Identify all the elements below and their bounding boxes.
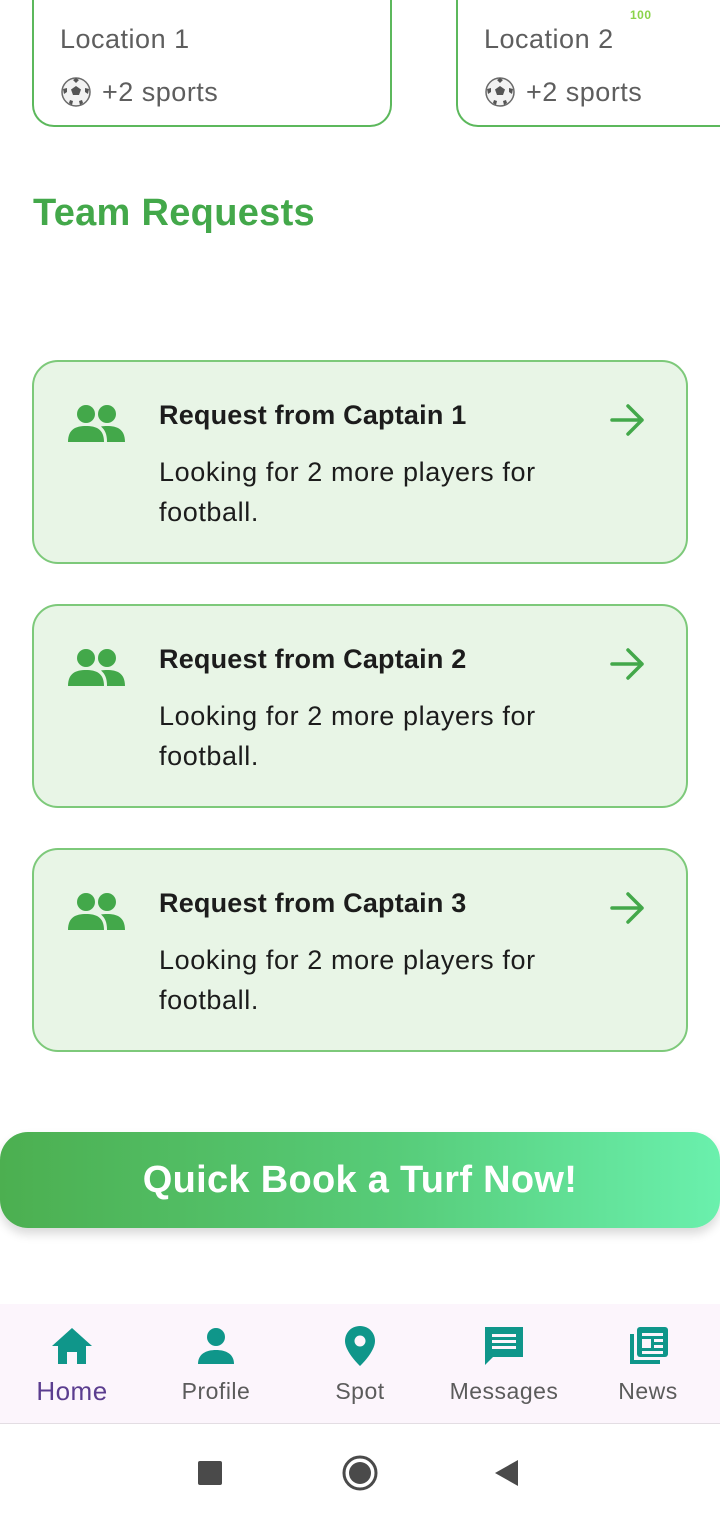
team-request-card[interactable]: Request from Captain 3 Looking for 2 mor… [32, 848, 688, 1052]
nav-item-spot[interactable]: Spot [288, 1304, 432, 1424]
newspaper-icon [630, 1327, 668, 1364]
quick-book-label: Quick Book a Turf Now! [142, 1158, 578, 1201]
system-navigation-bar [0, 1425, 720, 1520]
sports-count: +2 sports [102, 76, 219, 107]
request-title: Request from Captain 2 [159, 644, 467, 674]
nav-label: Profile [181, 1378, 251, 1404]
nav-label: Home [36, 1376, 108, 1406]
location-sports: +2 sports [60, 76, 218, 108]
location-badge: 100 [630, 8, 652, 22]
sports-count: +2 sports [526, 76, 643, 107]
nav-label: News [618, 1378, 678, 1404]
location-name: Location 1 [60, 24, 190, 54]
nav-item-profile[interactable]: Profile [144, 1304, 288, 1424]
arrow-forward-icon[interactable] [608, 400, 648, 440]
team-request-card[interactable]: Request from Captain 2 Looking for 2 mor… [32, 604, 688, 808]
location-card-2[interactable]: Location 2 100 +2 sports [456, 0, 720, 127]
quick-book-button[interactable]: Quick Book a Turf Now! [0, 1132, 720, 1228]
group-icon [68, 405, 125, 442]
back-icon[interactable] [488, 1453, 528, 1493]
arrow-forward-icon[interactable] [608, 888, 648, 928]
bottom-navigation: Home Profile Spot Messages News [0, 1304, 720, 1424]
request-body: Looking for 2 more players for football. [159, 701, 536, 771]
location-sports: +2 sports [484, 76, 642, 108]
request-title: Request from Captain 3 [159, 888, 467, 918]
request-body: Looking for 2 more players for football. [159, 945, 536, 1015]
nav-item-messages[interactable]: Messages [432, 1304, 576, 1424]
nav-item-news[interactable]: News [576, 1304, 720, 1424]
location-name: Location 2 [484, 24, 614, 54]
home-circle-icon[interactable] [340, 1453, 380, 1493]
soccer-ball-icon [61, 77, 91, 107]
recent-apps-icon[interactable] [190, 1453, 230, 1493]
section-title: Team Requests [33, 192, 315, 234]
person-icon [198, 1328, 234, 1364]
arrow-forward-icon[interactable] [608, 644, 648, 684]
nav-label: Spot [335, 1378, 385, 1404]
group-icon [68, 893, 125, 930]
group-icon [68, 649, 125, 686]
nav-item-home[interactable]: Home [0, 1304, 144, 1424]
location-card-1[interactable]: Location 1 +2 sports [32, 0, 392, 127]
nav-label: Messages [449, 1378, 559, 1404]
request-title: Request from Captain 1 [159, 400, 467, 430]
team-request-card[interactable]: Request from Captain 1 Looking for 2 mor… [32, 360, 688, 564]
soccer-ball-icon [485, 77, 515, 107]
location-pin-icon [345, 1326, 375, 1366]
request-body: Looking for 2 more players for football. [159, 457, 536, 527]
home-icon [52, 1328, 92, 1364]
message-icon [485, 1327, 523, 1365]
